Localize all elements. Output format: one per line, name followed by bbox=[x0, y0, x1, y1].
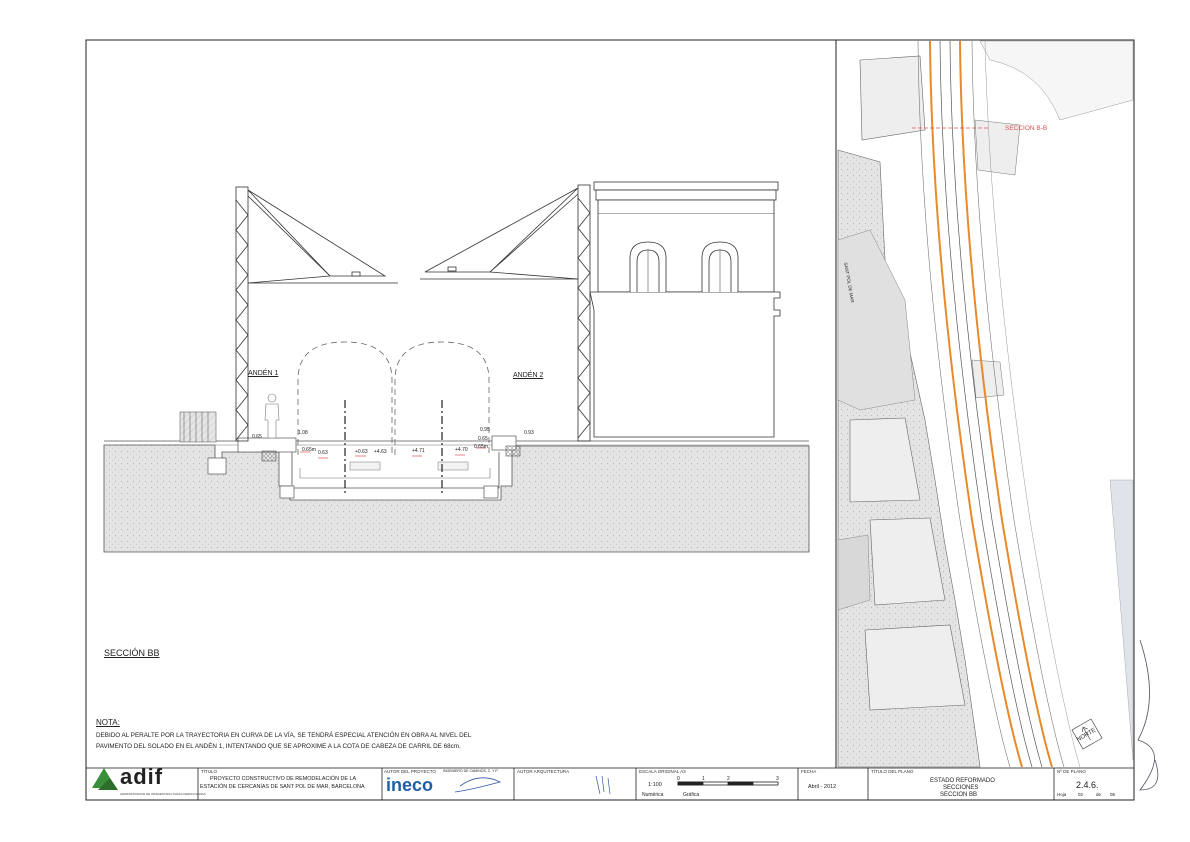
autor-subtitle: INGENIERO DE CAMINOS, C. Y P. bbox=[443, 769, 499, 773]
titulo-header: TÍTULO bbox=[201, 769, 218, 774]
num-plano-value: 2.4.6. bbox=[1076, 780, 1099, 790]
escala-value: 1:100 bbox=[648, 782, 662, 788]
hoja-de: de bbox=[1096, 792, 1102, 797]
adif-logo-text: adif bbox=[120, 764, 164, 789]
hoja-total: 05 bbox=[1110, 792, 1116, 797]
plano-title-line-3: SECCION BB bbox=[940, 792, 978, 798]
scale-tick: 1 bbox=[702, 776, 705, 782]
section-title: SECCIÓN BB bbox=[104, 648, 160, 658]
plano-title-line-2: SECCIONES bbox=[943, 785, 979, 791]
note-line-1: DEBIDO AL PERALTE POR LA TRAYECTORIA EN … bbox=[96, 732, 472, 739]
autor-header: AUTOR DEL PROYECTO bbox=[384, 769, 436, 774]
dim-label: +4.63 bbox=[374, 449, 387, 455]
project-title-line-1: PROYECTO CONSTRUCTIVO DE REMODELACIÓN DE… bbox=[210, 776, 357, 782]
project-title-line-2: ESTACIÓN DE CERCANÍAS DE SANT POL DE MAR… bbox=[200, 784, 365, 790]
hoja-label: Hoja bbox=[1057, 792, 1067, 797]
scale-tick: 0 bbox=[677, 776, 680, 782]
fecha-value: Abril - 2012 bbox=[808, 784, 837, 790]
platform-2-label: ANDÉN 2 bbox=[513, 372, 544, 379]
plano-title-line-1: ESTADO REFORMADO bbox=[930, 778, 995, 784]
dim-label: 0.93 bbox=[524, 430, 534, 436]
dim-label: 0.65 bbox=[478, 436, 488, 442]
dim-label: +4.70 bbox=[455, 447, 468, 453]
dim-label: 0.95 bbox=[480, 427, 490, 433]
company-logo: ineco bbox=[386, 775, 434, 795]
dim-label: +0.63 bbox=[355, 449, 368, 455]
escala-header: ESCALA ORIGINAL A3 bbox=[639, 769, 686, 774]
fecha-header: FECHA bbox=[801, 769, 817, 774]
dim-label: 0.65m bbox=[474, 444, 488, 450]
dim-label: +4.71 bbox=[412, 448, 425, 454]
titulo-plano-header: TÍTULO DEL PLANO bbox=[871, 769, 914, 774]
grafica-label: Gráfica bbox=[683, 792, 700, 798]
hoja-number: 02 bbox=[1078, 792, 1084, 797]
adif-logo-subtitle: ADMINISTRADOR DE INFRAESTRUCTURAS FERROV… bbox=[120, 792, 206, 796]
map-section-label: SECCION B-B bbox=[1005, 125, 1048, 132]
site-plan bbox=[837, 40, 1159, 791]
note-line-2: PAVIMENTO DEL SOLADO EN EL ANDÉN 1, INTE… bbox=[96, 743, 461, 750]
scale-tick: 2 bbox=[727, 776, 730, 782]
dim-label: 0.63 bbox=[318, 450, 328, 456]
scale-tick: 3 bbox=[776, 776, 779, 782]
dim-label: 0.65 bbox=[252, 434, 262, 440]
arquitectura-header: AUTOR ARQUITECTURA bbox=[517, 769, 570, 774]
numerica-label: Numérica bbox=[642, 792, 664, 798]
platform-1-label: ANDÉN 1 bbox=[248, 370, 279, 377]
dim-label: 1.08 bbox=[298, 430, 308, 436]
note-heading: NOTA: bbox=[96, 718, 120, 727]
section-drawing bbox=[103, 181, 810, 553]
num-plano-header: Nº DE PLANO bbox=[1057, 769, 1086, 774]
dim-label: 0.65m bbox=[302, 447, 316, 453]
